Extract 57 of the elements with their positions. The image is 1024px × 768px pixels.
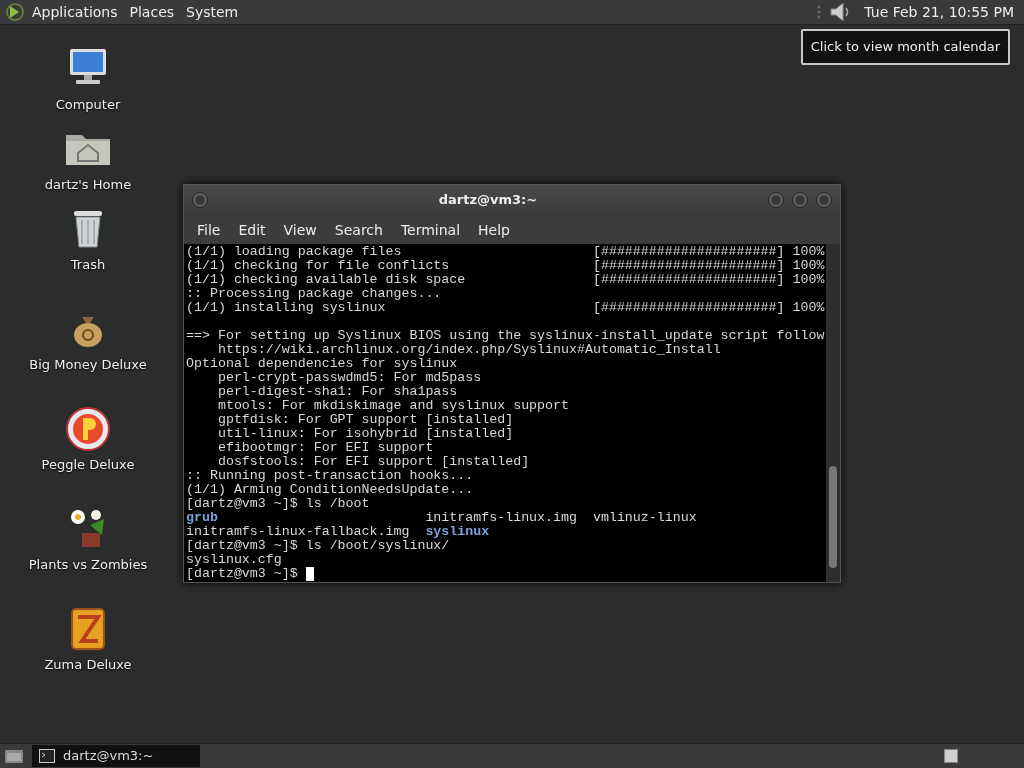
- terminal-line: [dartz@vm3 ~]$: [186, 566, 299, 581]
- menu-item[interactable]: Edit: [229, 215, 275, 244]
- desktop-icon-label[interactable]: Plants vs Zombies: [28, 555, 148, 575]
- directory-name: syslinux: [425, 524, 490, 539]
- terminal-line: mtools: For mkdiskimage and syslinux support: [216, 398, 569, 413]
- menu-item[interactable]: File: [188, 215, 230, 244]
- terminal-line: https://wiki.archlinux.org/index.php/Syslinux#Automatic_Install: [216, 342, 721, 357]
- window-menu-button[interactable]: [192, 192, 208, 208]
- panel-menu[interactable]: Places: [123, 0, 181, 24]
- directory-name: grub: [186, 510, 218, 525]
- terminal-line: initramfs-linux-fallback.img: [186, 524, 411, 539]
- terminal-line: (1/1) checking for file conflicts [######################] 100%: [186, 258, 825, 273]
- minimize-button[interactable]: [768, 192, 784, 208]
- desktop-icon-label[interactable]: Big Money Deluxe: [29, 355, 147, 375]
- terminal-line: [dartz@vm3 ~]$ ls /boot: [186, 496, 370, 511]
- panel-menu[interactable]: Applications: [26, 0, 124, 24]
- terminal-line: syslinux.cfg: [186, 552, 282, 567]
- calendar-tooltip: Click to view month calendar: [800, 29, 1010, 65]
- terminal-line: (1/1) loading package files [######################] 100%: [186, 244, 825, 259]
- panel-menu[interactable]: System: [180, 0, 245, 24]
- menu-item[interactable]: Search: [325, 215, 392, 244]
- scrollbar[interactable]: [826, 244, 840, 582]
- close-button[interactable]: [816, 192, 832, 208]
- terminal-line: perl-crypt-passwdmd5: For md5pass: [216, 370, 482, 385]
- terminal-line: efibootmgr: For EFI support: [216, 440, 434, 455]
- terminal-line: :: Running post-transaction hooks...: [186, 468, 474, 483]
- terminal-line: gptfdisk: For GPT support [installed]: [216, 412, 514, 427]
- terminal-line: util-linux: For isohybrid [installed]: [216, 426, 514, 441]
- terminal-line: (1/1) checking available disk space [######################] 100%: [186, 272, 825, 287]
- terminal-line: :: Processing package changes...: [186, 286, 442, 301]
- ball-icon[interactable]: [64, 405, 112, 453]
- terminal-line: perl-digest-sha1: For sha1pass: [216, 384, 458, 399]
- desktop-icon-label[interactable]: Peggle Deluxe: [41, 455, 135, 475]
- desktop-icon-label[interactable]: Zuma Deluxe: [44, 655, 132, 675]
- terminal-line: Optional dependencies for syslinux: [186, 356, 458, 371]
- show-desktop-icon[interactable]: [4, 747, 24, 765]
- terminal-icon: [39, 749, 55, 763]
- terminal-line: [dartz@vm3 ~]$ ls /boot/syslinux/: [186, 538, 450, 553]
- desktop-icon-label[interactable]: Trash: [70, 255, 106, 275]
- clock[interactable]: Tue Feb 21, 10:55 PM: [858, 0, 1020, 24]
- desktop-icon-label[interactable]: dartz's Home: [44, 175, 132, 195]
- terminal-line: ==> For setting up Syslinux BIOS using the syslinux-install_update script follow: [186, 328, 825, 343]
- maximize-button[interactable]: [792, 192, 808, 208]
- workspace-switcher[interactable]: [944, 749, 958, 763]
- menu-item[interactable]: View: [274, 215, 326, 244]
- terminal-line: initramfs-linux.img vmlinuz-linux: [424, 510, 697, 525]
- panel-handle-icon: [816, 3, 823, 21]
- window-title: dartz@vm3:~: [438, 191, 538, 210]
- desktop-icon-label[interactable]: Computer: [55, 95, 121, 115]
- menu-item[interactable]: Terminal: [391, 215, 470, 244]
- menu-item[interactable]: Help: [469, 215, 519, 244]
- terminal-line: (1/1) installing syslinux [######################] 100%: [186, 300, 825, 315]
- terminal-line: (1/1) Arming ConditionNeedsUpdate...: [186, 482, 474, 497]
- task-button[interactable]: dartz@vm3:~: [32, 745, 200, 767]
- terminal-line: dosfstools: For EFI support [installed]: [216, 454, 530, 469]
- menu-logo-icon[interactable]: [4, 2, 26, 22]
- terminal-cursor: [305, 567, 314, 581]
